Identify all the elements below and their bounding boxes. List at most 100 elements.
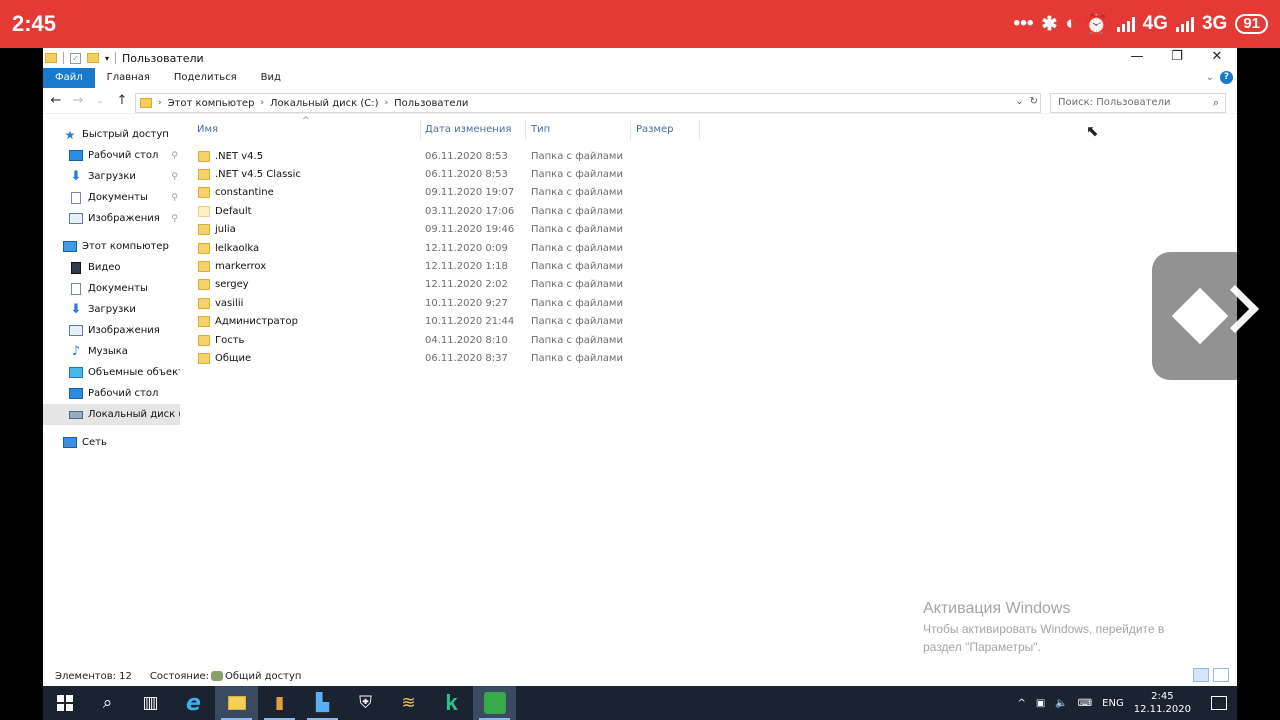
more-dots-icon: •••	[1013, 13, 1034, 34]
search-input[interactable]: Поиск: Пользователи ⌕	[1050, 93, 1226, 113]
breadcrumb-this-pc[interactable]: Этот компьютер	[168, 98, 255, 109]
forward-button[interactable]: →	[71, 93, 85, 108]
table-row[interactable]: .NET v4.5 Classic 06.11.2020 8:53 Папка с …	[198, 165, 678, 183]
clock-time: 2:45	[1151, 691, 1174, 702]
expand-ribbon-icon[interactable]: ⌄	[1206, 72, 1214, 83]
file-date: 03.11.2020 17:06	[425, 205, 515, 217]
close-button[interactable]: ✕	[1197, 48, 1237, 68]
nav-item[interactable]: ⬇ Загрузки ⚲	[43, 166, 180, 187]
nav-item[interactable]: Рабочий стол ⚲	[43, 145, 180, 166]
server-manager-icon: ▙	[315, 693, 330, 713]
file-name: sergey	[215, 279, 249, 291]
taskbar-app-2[interactable]: ▙	[301, 686, 344, 720]
notifications-icon[interactable]	[1211, 696, 1227, 710]
task-view-button[interactable]: ▥	[129, 686, 172, 720]
customize-toolbar-icon[interactable]: ▾	[105, 54, 109, 63]
table-row[interactable]: Гость 04.11.2020 8:10 Папка с файлами	[198, 331, 678, 349]
properties-icon[interactable]: ✓	[70, 52, 81, 64]
taskbar-ie[interactable]: e	[172, 686, 215, 720]
nav-item[interactable]: Видео	[43, 257, 180, 278]
taskbar-search-button[interactable]: ⌕	[86, 686, 129, 720]
recent-locations-button[interactable]: ⌄	[93, 96, 107, 106]
file-type: Папка с файлами	[531, 168, 623, 180]
nav-item[interactable]: Этот компьютер	[43, 236, 180, 257]
folder-icon	[198, 279, 210, 291]
taskbar-file-explorer[interactable]	[215, 686, 258, 720]
shield-icon: ⛨	[359, 693, 372, 713]
column-separator[interactable]	[699, 120, 700, 140]
table-row[interactable]: markerrox 12.11.2020 1:18 Папка с файлами	[198, 257, 678, 275]
nav-item[interactable]: ♪ Музыка	[43, 341, 180, 362]
task-view-icon: ▥	[142, 693, 159, 713]
details-view-button[interactable]	[1193, 668, 1209, 682]
nav-item[interactable]: Изображения	[43, 320, 180, 341]
network-tray-icon[interactable]: ▣	[1036, 698, 1045, 709]
column-header-name[interactable]: Имя	[197, 124, 218, 135]
table-row[interactable]: Администратор 10.11.2020 21:44 Папка с фай…	[198, 313, 678, 331]
table-row[interactable]: sergey 12.11.2020 2:02 Папка с файлами	[198, 276, 678, 294]
tab-file[interactable]: Файл	[43, 68, 95, 88]
back-button[interactable]: ←	[49, 93, 63, 108]
nav-item[interactable]: Локальный диск (C:)	[43, 404, 180, 425]
table-row[interactable]: .NET v4.5 06.11.2020 8:53 Папка с файлами	[198, 147, 678, 165]
taskbar-app-3[interactable]: ⛨	[344, 686, 387, 720]
tab-view[interactable]: Вид	[249, 68, 293, 88]
nav-item[interactable]: Рабочий стол	[43, 383, 180, 404]
column-header-date[interactable]: Дата изменения	[425, 124, 511, 135]
nav-item[interactable]: Объемные объекты	[43, 362, 180, 383]
desktop-icon	[69, 150, 83, 161]
nav-item-label: Сеть	[82, 437, 107, 448]
table-row[interactable]: lelkaolka 12.11.2020 0:09 Папка с файлами	[198, 239, 678, 257]
up-button[interactable]: ↑	[115, 93, 129, 108]
nav-item-label: Рабочий стол	[88, 388, 159, 399]
nav-item[interactable]: Документы ⚲	[43, 187, 180, 208]
taskbar-app-4[interactable]: ≋	[387, 686, 430, 720]
view-switcher	[1193, 668, 1229, 682]
taskbar-app-1[interactable]: ▮	[258, 686, 301, 720]
column-separator[interactable]	[630, 120, 631, 140]
column-separator[interactable]	[420, 120, 421, 140]
table-row[interactable]: constantine 09.11.2020 19:07 Папка с файла…	[198, 184, 678, 202]
file-name: Default	[215, 205, 252, 217]
help-icon[interactable]: ?	[1220, 71, 1233, 84]
nav-item[interactable]: ⬇ Загрузки	[43, 299, 180, 320]
column-separator[interactable]	[525, 120, 526, 140]
ribbon-tabs: Файл Главная Поделиться Вид ⌄ ?	[43, 68, 1237, 88]
remote-control-widget[interactable]	[1152, 252, 1260, 380]
taskbar-clock[interactable]: 2:45 12.11.2020	[1134, 690, 1191, 716]
table-row[interactable]: julia 09.11.2020 19:46 Папка с файлами	[198, 221, 678, 239]
column-header-type[interactable]: Тип	[531, 124, 550, 135]
keyboard-icon[interactable]: ⌨	[1078, 698, 1092, 709]
chevron-up-icon[interactable]: ^	[1017, 698, 1025, 709]
chevron-right-icon[interactable]: ›	[158, 98, 162, 108]
table-row[interactable]: Общие 06.11.2020 8:37 Папка с файлами	[198, 349, 678, 367]
tab-share[interactable]: Поделиться	[162, 68, 249, 88]
tab-home[interactable]: Главная	[95, 68, 162, 88]
start-button[interactable]	[43, 686, 86, 720]
breadcrumb-users[interactable]: Пользователи	[394, 98, 468, 109]
language-indicator[interactable]: ENG	[1102, 698, 1124, 709]
table-row[interactable]: Default 03.11.2020 17:06 Папка с файлами	[198, 202, 678, 220]
taskbar-app-6[interactable]	[473, 686, 516, 720]
minimize-button[interactable]: —	[1117, 48, 1157, 68]
chevron-down-icon[interactable]: ⌄	[1015, 96, 1023, 107]
restore-button[interactable]: ❐	[1157, 48, 1197, 68]
chevron-right-icon[interactable]: ›	[260, 98, 264, 108]
volume-icon[interactable]: 🔈	[1055, 698, 1067, 709]
nav-item[interactable]: Изображения ⚲	[43, 208, 180, 229]
large-icons-view-button[interactable]	[1213, 668, 1229, 682]
nav-item[interactable]: Сеть	[43, 432, 180, 453]
breadcrumb-local-disk[interactable]: Локальный диск (C:)	[270, 98, 379, 109]
chevron-right-icon[interactable]: ›	[385, 98, 389, 108]
nav-item[interactable]: Документы	[43, 278, 180, 299]
table-row[interactable]: vasilii 10.11.2020 9:27 Папка с файлами	[198, 294, 678, 312]
nav-item[interactable]: ★ Быстрый доступ	[43, 124, 180, 145]
new-folder-icon[interactable]	[87, 53, 99, 63]
column-header-size[interactable]: Размер	[636, 124, 674, 135]
address-bar[interactable]: › Этот компьютер › Локальный диск (C:) ›…	[135, 93, 1041, 113]
network-label-2: 3G	[1201, 13, 1228, 34]
file-date: 12.11.2020 0:09	[425, 242, 508, 254]
search-icon[interactable]: ⌕	[1213, 96, 1219, 110]
taskbar-app-5[interactable]: k	[430, 686, 473, 720]
refresh-icon[interactable]: ↻	[1030, 96, 1038, 107]
